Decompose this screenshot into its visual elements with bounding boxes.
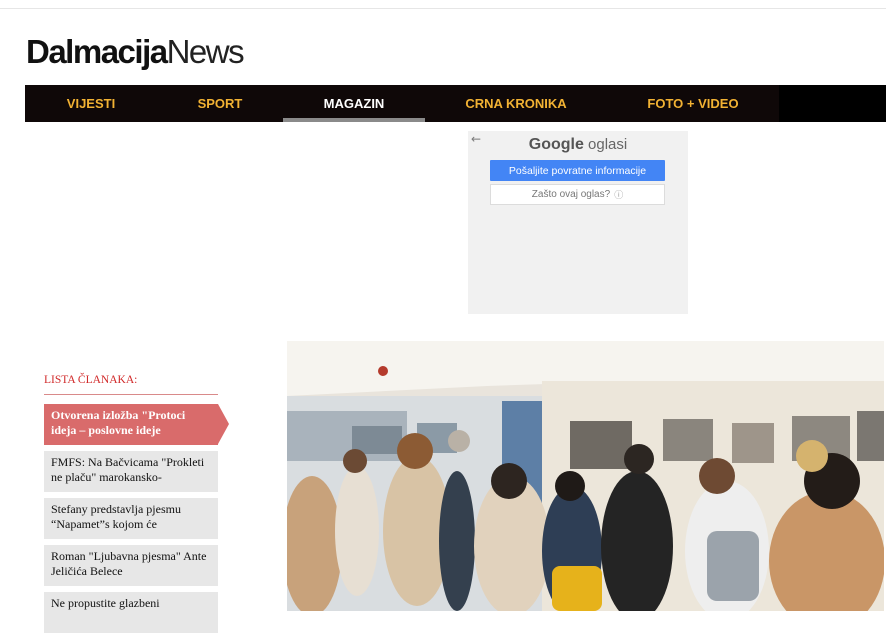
- list-item[interactable]: Ne propustite glazbeni: [44, 592, 218, 633]
- nav-item-vijesti[interactable]: VIJESTI: [25, 85, 157, 122]
- exhibition-photo-illustration: [287, 341, 884, 611]
- article-photo[interactable]: [287, 341, 884, 611]
- google-wordmark: Google: [528, 136, 584, 153]
- nav-item-foto-video[interactable]: FOTO + VIDEO: [607, 85, 779, 122]
- logo-light: News: [166, 33, 245, 70]
- nav-item-crna-kronika[interactable]: CRNA KRONIKA: [425, 85, 607, 122]
- google-ad-box: ← Google oglasi Pošaljite povratne infor…: [468, 131, 688, 314]
- nav-item-sport[interactable]: SPORT: [157, 85, 283, 122]
- why-this-ad-button[interactable]: Zašto ovaj oglas? ⓘ: [490, 184, 665, 205]
- why-this-ad-label: Zašto ovaj oglas?: [531, 189, 611, 200]
- ad-brand-suffix: oglasi: [583, 136, 628, 153]
- top-divider: [0, 8, 886, 9]
- main-nav: VIJESTI SPORT MAGAZIN CRNA KRONIKA FOTO …: [25, 85, 886, 122]
- send-feedback-button[interactable]: Pošaljite povratne informacije: [490, 160, 665, 181]
- ad-brand: Google oglasi: [468, 136, 688, 154]
- article-list-title: LISTA ČLANAKA:: [44, 374, 138, 386]
- article-list-divider: [44, 394, 218, 395]
- list-item[interactable]: Roman "Ljubavna pjesma" Ante Jeličića Be…: [44, 545, 218, 586]
- list-item[interactable]: FMFS: Na Bačvicama "Prokleti ne plaču" m…: [44, 451, 218, 492]
- list-item[interactable]: Stefany predstavlja pjesmu “Napamet”s ko…: [44, 498, 218, 539]
- info-icon: ⓘ: [614, 190, 624, 200]
- site-logo[interactable]: DalmacijaNews: [26, 32, 245, 72]
- nav-filler: [779, 85, 886, 122]
- list-item[interactable]: Otvorena izložba "Protoci ideja – poslov…: [44, 404, 229, 445]
- nav-item-magazin[interactable]: MAGAZIN: [283, 85, 425, 122]
- logo-bold: Dalmacija: [26, 33, 168, 70]
